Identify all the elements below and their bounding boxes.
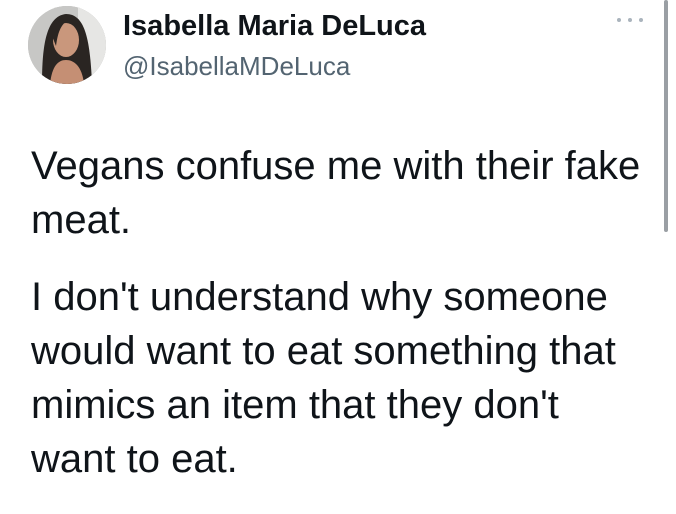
author-handle[interactable]: @IsabellaMDeLuca — [123, 50, 350, 82]
tweet-text-paragraph: Vegans confuse me with their fake meat. — [31, 144, 641, 242]
dot-icon — [617, 18, 621, 22]
author-display-name[interactable]: Isabella Maria DeLuca — [123, 9, 426, 43]
dot-icon — [628, 18, 632, 22]
more-options-icon[interactable] — [617, 10, 643, 30]
profile-photo-icon — [28, 6, 106, 84]
tweet-card: Isabella Maria DeLuca @IsabellaMDeLuca V… — [0, 0, 676, 514]
tweet-text-paragraph: I don't understand why someone would wan… — [31, 275, 616, 481]
scrollbar[interactable] — [664, 0, 668, 232]
author-avatar[interactable] — [28, 6, 106, 84]
dot-icon — [639, 18, 643, 22]
